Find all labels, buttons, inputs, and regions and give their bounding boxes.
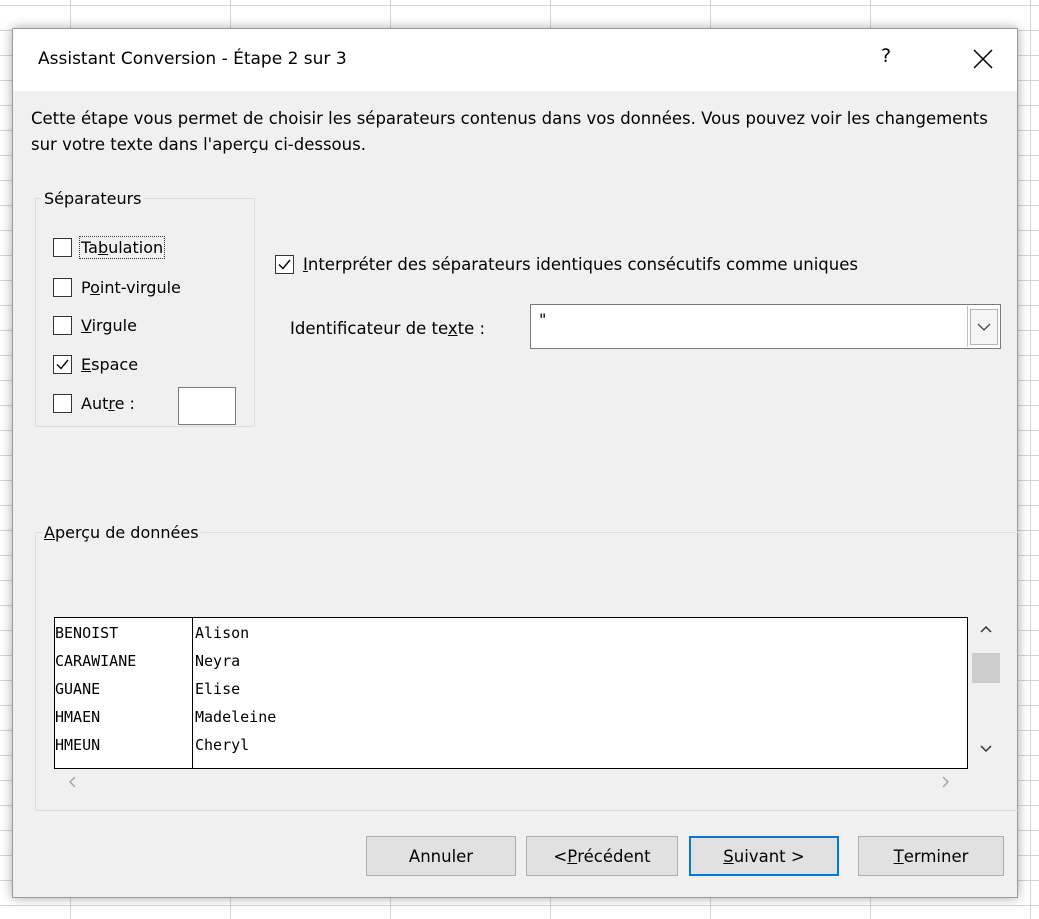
preview-cell: Alison (195, 624, 250, 642)
preview-vertical-scrollbar[interactable] (970, 617, 1002, 769)
scroll-right-button[interactable] (934, 769, 958, 795)
data-preview-legend: Aperçu de données (44, 523, 199, 542)
tab-separator-checkbox[interactable]: Tabulation (53, 236, 166, 259)
preview-cell: HMAEN (55, 708, 101, 726)
checkmark-icon (56, 359, 69, 370)
finish-button[interactable]: Terminer (858, 836, 1004, 876)
preview-cell: HMEUN (55, 736, 101, 754)
preview-cell: CARAWIANE (55, 652, 137, 670)
treat-consecutive-as-one-checkbox[interactable]: Interpréter des séparateurs identiques c… (275, 255, 858, 274)
scroll-down-button[interactable] (970, 737, 1002, 761)
tab-separator-label: Tabulation (78, 236, 166, 259)
scroll-up-button[interactable] (970, 617, 1002, 641)
preview-cell: Madeleine (195, 708, 277, 726)
chevron-down-icon (980, 745, 992, 753)
chevron-right-icon (942, 776, 949, 788)
checkbox-box (53, 394, 72, 413)
text-qualifier-label: Identificateur de texte : (290, 319, 486, 338)
step-description: Cette étape vous permet de choisir les s… (31, 109, 988, 154)
separators-group: Séparateurs Tabulation Point-virgule Vir… (35, 189, 255, 427)
scroll-left-button[interactable] (60, 769, 84, 795)
close-button[interactable] (963, 39, 1003, 79)
previous-button[interactable]: < Précédent (526, 836, 678, 876)
close-icon (973, 49, 993, 69)
space-separator-checkbox[interactable]: Espace (53, 355, 138, 374)
preview-cell: Neyra (195, 652, 241, 670)
checkbox-box (53, 238, 72, 257)
help-button[interactable]: ? (881, 45, 891, 67)
preview-horizontal-scrollbar[interactable] (54, 769, 968, 795)
other-separator-checkbox[interactable]: Autre : (53, 394, 135, 413)
dialog-title: Assistant Conversion - Étape 2 sur 3 (38, 49, 347, 69)
treat-consecutive-label: Interpréter des séparateurs identiques c… (303, 255, 858, 274)
preview-cell: Elise (195, 680, 241, 698)
space-separator-label: Espace (81, 355, 139, 374)
text-qualifier-value: " (539, 310, 547, 329)
checkbox-box (53, 316, 72, 335)
text-qualifier-dropdown[interactable]: " (530, 304, 1001, 349)
semicolon-separator-checkbox[interactable]: Point-virgule (53, 278, 181, 297)
cancel-button[interactable]: Annuler (366, 836, 516, 876)
chevron-left-icon (69, 776, 76, 788)
scroll-thumb[interactable] (972, 653, 1000, 683)
preview-cell: Cheryl (195, 736, 250, 754)
chevron-up-icon (980, 625, 992, 633)
preview-cell: BENOIST (55, 624, 119, 642)
checkbox-box (53, 278, 72, 297)
checkbox-box (275, 255, 294, 274)
text-conversion-wizard-dialog: Assistant Conversion - Étape 2 sur 3 ? C… (12, 28, 1021, 898)
other-separator-input[interactable] (178, 387, 236, 425)
preview-cell: GUANE (55, 680, 101, 698)
checkbox-box (53, 355, 72, 374)
dropdown-button[interactable] (967, 306, 999, 347)
chevron-down-icon (977, 323, 990, 331)
checkmark-icon (278, 259, 291, 270)
comma-separator-label: Virgule (81, 316, 137, 335)
next-button[interactable]: Suivant > (689, 836, 839, 876)
data-preview-pane[interactable]: BENOIST Alison CARAWIANE Neyra GUANE Eli… (54, 617, 968, 769)
other-separator-label: Autre : (81, 394, 135, 413)
semicolon-separator-label: Point-virgule (81, 278, 181, 297)
title-bar: Assistant Conversion - Étape 2 sur 3 ? (13, 29, 1017, 91)
comma-separator-checkbox[interactable]: Virgule (53, 316, 137, 335)
separators-legend: Séparateurs (44, 189, 142, 208)
